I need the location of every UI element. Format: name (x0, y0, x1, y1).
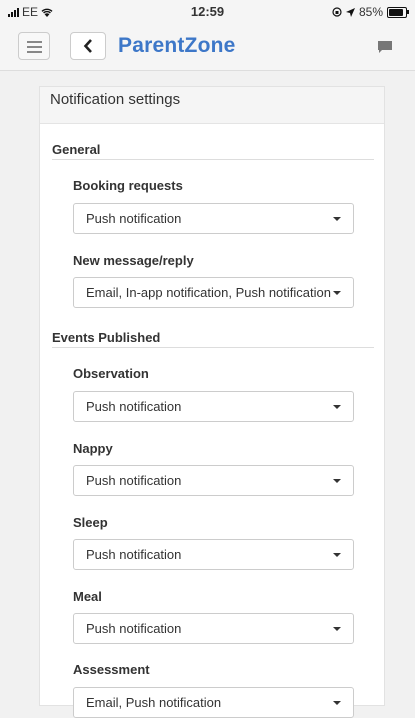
caret-down-icon (333, 701, 341, 705)
select-value: Push notification (86, 399, 182, 414)
brand-logo: ParentZone (118, 34, 236, 57)
new-message-select[interactable]: Email, In-app notification, Push notific… (73, 277, 354, 308)
chat-icon[interactable] (377, 40, 393, 54)
menu-button[interactable] (18, 32, 50, 60)
observation-label: Observation (73, 366, 149, 381)
battery-icon (387, 6, 409, 18)
app-header: ParentZone (0, 24, 415, 71)
meal-label: Meal (73, 589, 102, 604)
caret-down-icon (333, 479, 341, 483)
caret-down-icon (333, 291, 341, 295)
menu-icon (27, 41, 42, 43)
caret-down-icon (333, 553, 341, 557)
select-value: Email, Push notification (86, 695, 222, 710)
chevron-left-icon (83, 39, 92, 53)
nappy-select[interactable]: Push notification (73, 465, 354, 496)
observation-select[interactable]: Push notification (73, 391, 354, 422)
meal-select[interactable]: Push notification (73, 613, 354, 644)
back-button[interactable] (70, 32, 106, 60)
select-value: Push notification (86, 547, 182, 562)
status-right: 85% (332, 5, 409, 19)
select-value: Email, In-app notification, Push notific… (86, 285, 331, 300)
card-title: Notification settings (40, 87, 384, 124)
booking-requests-label: Booking requests (73, 178, 183, 193)
caret-down-icon (333, 217, 341, 221)
caret-down-icon (333, 405, 341, 409)
select-value: Push notification (86, 473, 182, 488)
assessment-select[interactable]: Email, Push notification (73, 687, 354, 718)
select-value: Push notification (86, 211, 182, 226)
section-divider (52, 159, 374, 160)
assessment-label: Assessment (73, 662, 150, 677)
section-general-title: General (52, 142, 101, 157)
nappy-label: Nappy (73, 441, 113, 456)
select-value: Push notification (86, 621, 182, 636)
battery-percent: 85% (358, 5, 383, 19)
section-divider (52, 347, 374, 348)
status-bar: EE 12:59 85% (0, 0, 415, 24)
section-events-title: Events Published (52, 330, 161, 345)
location-icon (345, 7, 355, 17)
caret-down-icon (333, 627, 341, 631)
booking-requests-select[interactable]: Push notification (73, 203, 354, 234)
sleep-label: Sleep (73, 515, 108, 530)
orientation-lock-icon (332, 7, 342, 17)
sleep-select[interactable]: Push notification (73, 539, 354, 570)
battery-fill (389, 8, 403, 16)
new-message-label: New message/reply (73, 253, 194, 268)
